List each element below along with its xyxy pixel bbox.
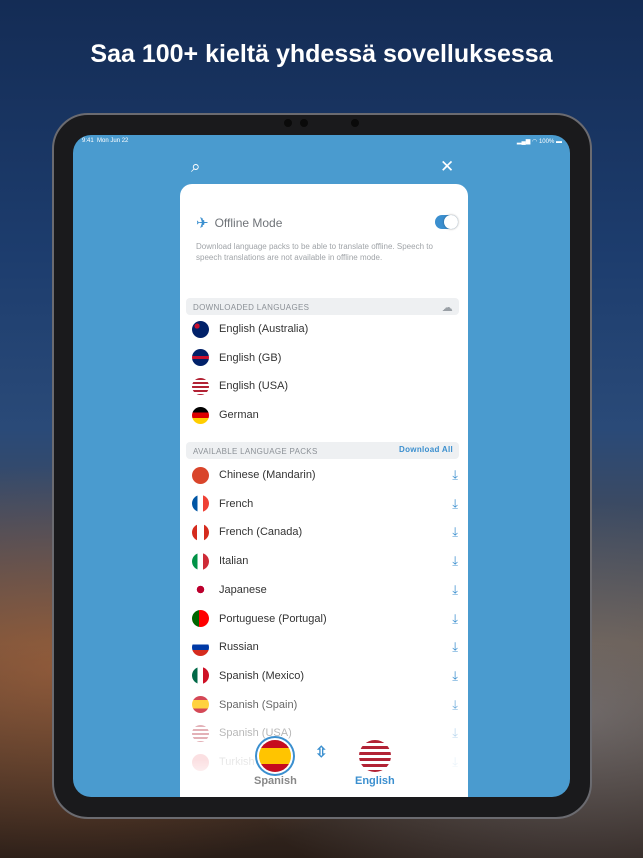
language-row[interactable]: English (GB) — [192, 344, 462, 372]
language-row[interactable]: Italian ⤓ — [192, 547, 462, 575]
flag-icon — [192, 552, 209, 570]
language-row[interactable]: Spanish (Mexico) ⤓ — [192, 662, 462, 690]
flag-icon — [192, 320, 209, 338]
language-name: German — [219, 409, 259, 422]
download-cloud-icon[interactable]: ⤓ — [452, 524, 458, 540]
download-cloud-icon[interactable]: ⤓ — [452, 697, 458, 713]
download-all-button[interactable]: Download All — [399, 445, 453, 454]
language-name: French (Canada) — [219, 526, 303, 539]
available-header: AVAILABLE LANGUAGE PACKS Download All — [186, 442, 459, 459]
camera — [300, 119, 308, 127]
camera — [284, 119, 292, 127]
language-name: Spanish (Spain) — [219, 698, 298, 711]
offline-card: ✈ Offline Mode Download language packs to… — [180, 184, 468, 797]
flag-icon — [192, 466, 209, 484]
flag-icon — [192, 377, 209, 395]
status-battery: ▂▄▆ ◠ 100% ▬ — [516, 139, 562, 145]
language-row[interactable]: German — [192, 401, 462, 429]
language-row[interactable]: Chinese (Mandarin) ⤓ — [192, 461, 462, 489]
language-row[interactable]: Japanese ⤓ — [192, 576, 462, 604]
language-name: Spanish (Mexico) — [219, 669, 304, 682]
cloud-check-icon: ☁ — [441, 302, 453, 314]
language-name: English (Australia) — [219, 323, 309, 335]
source-language-button[interactable]: Spanish — [254, 740, 297, 787]
source-language-label: Spanish — [254, 775, 297, 787]
flag-icon — [192, 406, 209, 424]
flag-icon — [192, 581, 209, 599]
flag-icon — [192, 610, 209, 627]
flag-icon — [192, 696, 209, 714]
language-name: French — [219, 497, 254, 510]
flag-icon — [192, 495, 209, 513]
offline-mode-row: ✈ Offline Mode — [196, 214, 282, 232]
download-cloud-icon[interactable]: ⤓ — [452, 467, 458, 483]
flag-icon — [192, 349, 209, 367]
downloaded-header: DOWNLOADED LANGUAGES ☁ — [186, 298, 459, 315]
target-language-button[interactable]: English — [355, 740, 395, 787]
download-cloud-icon[interactable]: ⤓ — [452, 611, 458, 627]
language-row[interactable]: Russian ⤓ — [192, 633, 462, 661]
language-row[interactable]: Spanish (Spain) ⤓ — [192, 691, 462, 719]
offline-mode-title: Offline Mode — [214, 216, 283, 230]
language-name: Italian — [219, 555, 249, 568]
language-bar — [180, 760, 468, 797]
flag-icon — [192, 638, 209, 656]
language-row[interactable]: French (Canada) ⤓ — [192, 518, 462, 546]
language-row[interactable]: English (Australia) — [192, 315, 462, 343]
language-name: Spanish (USA) — [219, 727, 292, 740]
language-name: Chinese (Mandarin) — [219, 469, 316, 481]
download-cloud-icon[interactable]: ⤓ — [452, 668, 458, 684]
headline: Saa 100+ kieltä yhdessä sovelluksessa — [90, 40, 553, 68]
language-name: Japanese — [219, 583, 267, 596]
camera — [351, 119, 359, 127]
download-cloud-icon[interactable]: ⤓ — [452, 582, 458, 598]
screen: 9:41 Mon Jun 22 ▂▄▆ ◠ 100% ▬ ⌕ ✕ ✈ Offlin… — [73, 135, 570, 797]
download-cloud-icon[interactable]: ⤓ — [452, 639, 458, 655]
language-name: Portuguese (Portugal) — [219, 612, 327, 625]
download-cloud-icon[interactable]: ⤓ — [452, 496, 458, 512]
target-language-label: English — [355, 775, 395, 787]
download-cloud-icon[interactable]: ⤓ — [452, 553, 458, 569]
status-time: 9:41 Mon Jun 22 — [82, 138, 129, 144]
download-cloud-icon[interactable]: ⤓ — [452, 725, 458, 741]
language-name: English (GB) — [219, 351, 282, 364]
language-name: English (USA) — [219, 380, 289, 393]
close-icon[interactable]: ✕ — [440, 157, 454, 177]
flag-icon — [192, 667, 209, 685]
offline-mode-toggle[interactable] — [435, 215, 458, 229]
usa-flag-icon — [358, 740, 391, 772]
language-row[interactable]: Portuguese (Portugal) ⤓ — [192, 605, 462, 633]
airplane-icon: ✈ — [196, 215, 209, 232]
search-icon[interactable]: ⌕ — [191, 157, 201, 177]
offline-description: Download language packs to be able to tr… — [196, 242, 433, 262]
spain-flag-icon — [259, 740, 292, 772]
language-row[interactable]: English (USA) — [192, 372, 462, 400]
swap-languages-icon[interactable]: ⇳ — [315, 745, 328, 760]
flag-icon — [192, 724, 209, 742]
language-row[interactable]: French ⤓ — [192, 490, 462, 518]
flag-icon — [192, 523, 209, 541]
language-name: Russian — [219, 641, 259, 654]
